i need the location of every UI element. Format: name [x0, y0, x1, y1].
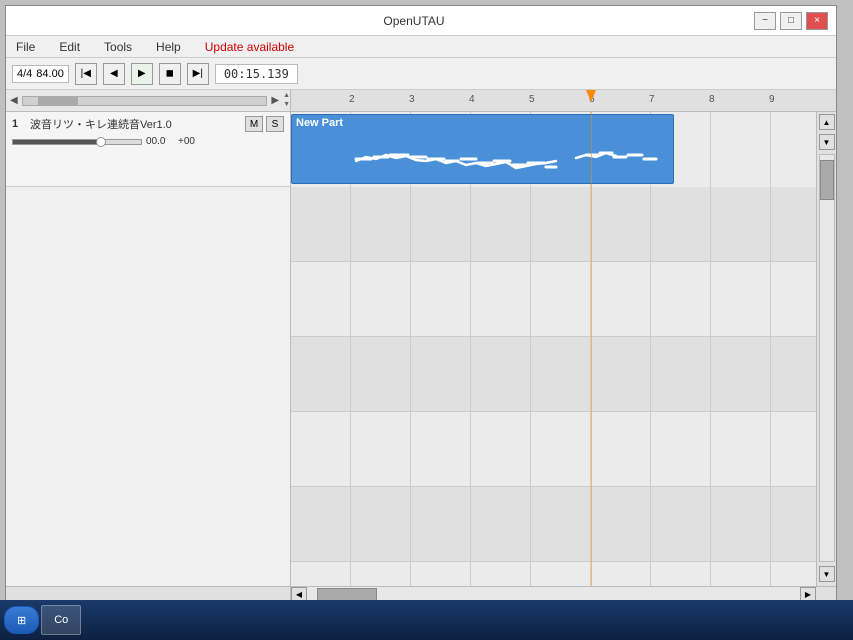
beat-ruler: 2 3 4 5 6 7 8 9 — [291, 90, 836, 112]
rewind-button[interactable]: |◀ — [75, 63, 97, 85]
zoom-out-button[interactable]: ▼ — [819, 134, 835, 150]
zoom-in-button[interactable]: ▲ — [819, 114, 835, 130]
beat-4: 4 — [469, 94, 475, 105]
menu-bar: File Edit Tools Help Update available — [6, 36, 836, 58]
right-arrow-icon[interactable]: ▶ — [271, 95, 279, 106]
time-sig-group: 4/4 84.00 — [12, 65, 69, 83]
menu-tools[interactable]: Tools — [98, 38, 138, 56]
v-scrollbar-track[interactable] — [819, 154, 835, 562]
midi-part-label: New Part — [296, 117, 343, 129]
start-label: ⊞ — [17, 614, 26, 627]
close-button[interactable]: × — [806, 12, 828, 30]
empty-track-area — [6, 187, 290, 586]
grid-row-5 — [291, 412, 816, 487]
seq-down-icon[interactable]: ▼ — [283, 101, 290, 109]
taskbar-app-button[interactable]: Co — [41, 605, 81, 635]
sequencer-area: 2 3 4 5 6 7 8 9 — [291, 90, 836, 602]
next-button[interactable]: ▶| — [187, 63, 209, 85]
track-control-buttons: M S — [245, 116, 284, 132]
beat-9: 9 — [769, 94, 775, 105]
taskbar: ⊞ Co — [0, 600, 853, 640]
menu-help[interactable]: Help — [150, 38, 187, 56]
vline-8 — [710, 112, 711, 187]
track-number: 1 — [12, 118, 26, 130]
beat-5: 5 — [529, 94, 535, 105]
track-panel: ◀ ▶ ▲ ▼ 1 波音リツ・キレ連続音Ver1.0 M S — [6, 90, 291, 602]
grid-row-4 — [291, 337, 816, 412]
start-button[interactable]: ⊞ — [4, 606, 39, 634]
grid-background: New Part — [291, 112, 816, 586]
grid-row-3 — [291, 262, 816, 337]
beat-7: 7 — [649, 94, 655, 105]
window-controls: − □ × — [754, 12, 828, 30]
time-sig-display[interactable]: 4/4 — [17, 68, 32, 80]
toolbar: 4/4 84.00 |◀ ◀ ▶ ◼ ▶| 00:15.139 — [6, 58, 836, 90]
volume-slider[interactable] — [12, 139, 142, 145]
track-header-spacer: ◀ ▶ ▲ ▼ — [6, 90, 290, 112]
menu-update[interactable]: Update available — [199, 38, 300, 56]
main-window: OpenUTAU − □ × File Edit Tools Help Upda… — [5, 5, 837, 625]
track-item: 1 波音リツ・キレ連続音Ver1.0 M S 00.0 +00 — [6, 112, 290, 187]
title-bar: OpenUTAU − □ × — [6, 6, 836, 36]
maximize-button[interactable]: □ — [780, 12, 802, 30]
grid-row-2 — [291, 187, 816, 262]
beat-3: 3 — [409, 94, 415, 105]
stop-button[interactable]: ◼ — [159, 63, 181, 85]
app-button-label: Co — [54, 614, 68, 626]
mute-button[interactable]: M — [245, 116, 263, 132]
midi-part[interactable]: New Part — [291, 114, 674, 184]
v-scrollbar-thumb — [820, 160, 834, 200]
grid-row-6 — [291, 487, 816, 562]
volume-display: 00.0 — [146, 136, 174, 147]
track-top-row: 1 波音リツ・キレ連続音Ver1.0 M S — [12, 116, 284, 132]
grid-area[interactable]: New Part — [291, 112, 816, 586]
time-display: 00:15.139 — [215, 64, 298, 84]
prev-button[interactable]: ◀ — [103, 63, 125, 85]
left-arrow-icon[interactable]: ◀ — [10, 95, 18, 106]
midi-part-notes — [296, 133, 669, 179]
pan-display: +00 — [178, 136, 206, 147]
main-content: ◀ ▶ ▲ ▼ 1 波音リツ・キレ連続音Ver1.0 M S — [6, 90, 836, 602]
right-side-controls: ▲ ▼ ▼ — [816, 112, 836, 586]
menu-file[interactable]: File — [10, 38, 41, 56]
minimize-button[interactable]: − — [754, 12, 776, 30]
play-button[interactable]: ▶ — [131, 63, 153, 85]
beat-2: 2 — [349, 94, 355, 105]
grid-row-7 — [291, 562, 816, 586]
grid-and-scroll: New Part — [291, 112, 836, 586]
beat-8: 8 — [709, 94, 715, 105]
scroll-down-button[interactable]: ▼ — [819, 566, 835, 582]
track-slider-row: 00.0 +00 — [12, 136, 284, 147]
seq-up-icon[interactable]: ▲ — [283, 92, 290, 100]
window-title: OpenUTAU — [74, 14, 754, 28]
track-name: 波音リツ・キレ連続音Ver1.0 — [30, 116, 241, 132]
solo-button[interactable]: S — [266, 116, 284, 132]
vline-9 — [770, 112, 771, 187]
bpm-display[interactable]: 84.00 — [36, 68, 64, 80]
menu-edit[interactable]: Edit — [53, 38, 86, 56]
playhead-marker — [586, 90, 596, 104]
